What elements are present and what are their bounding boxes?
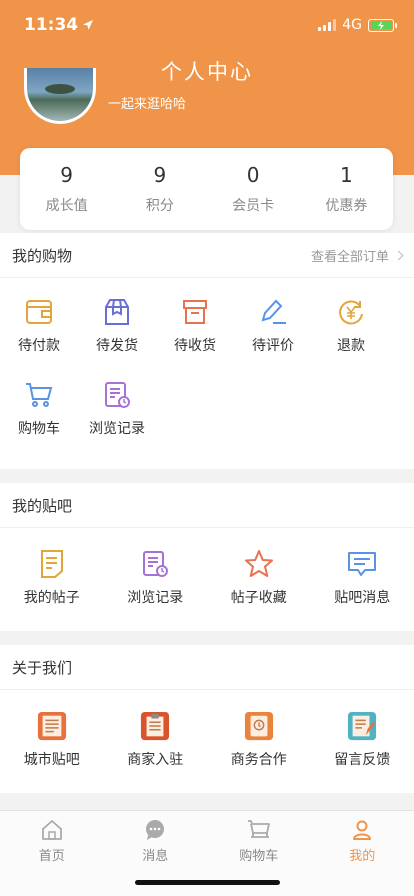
cell-label: 待发货 [96,338,138,354]
stat-value: 9 [153,163,167,187]
signal-icon [318,19,337,31]
stat-coupons[interactable]: 1 优惠券 [300,148,393,230]
refund-button[interactable]: 退款 [312,278,390,364]
cell-label: 待收货 [174,338,216,354]
clipboard-icon [140,711,170,741]
about-grid: 城市贴吧 商家入驻 商务合作 留言反馈 [0,690,414,790]
stat-label: 优惠券 [325,198,368,214]
stats-card: 9 成长值 9 积分 0 会员卡 1 优惠券 [20,148,393,230]
cell-label: 待评价 [252,338,294,354]
tab-mine[interactable]: 我的 [311,811,414,896]
status-bar: 11:34 4G [0,0,414,48]
cell-label: 帖子收藏 [230,590,287,606]
pending-payment-button[interactable]: 待付款 [0,278,78,364]
cart-icon [24,380,54,410]
home-indicator[interactable] [135,880,280,885]
cell-label: 商家入驻 [127,752,184,768]
chevron-right-icon [393,250,404,260]
home-icon [41,820,62,840]
network-type: 4G [342,17,362,33]
battery-icon [368,18,397,32]
tieba-history-button[interactable]: 浏览记录 [104,528,208,628]
message-icon [347,549,377,579]
location-arrow-icon [83,20,94,30]
my-posts-button[interactable]: 我的帖子 [0,528,104,628]
stat-value: 0 [246,163,260,187]
tab-home[interactable]: 首页 [0,811,104,896]
contacts-icon [244,711,274,741]
tieba-section: 我的贴吧 我的帖子 浏览记录 帖子收藏 贴吧消息 [0,483,414,631]
cell-label: 待付款 [18,338,60,354]
merchant-join-button[interactable]: 商家入驻 [104,690,208,790]
tieba-grid: 我的帖子 浏览记录 帖子收藏 贴吧消息 [0,528,414,628]
post-favorites-button[interactable]: 帖子收藏 [207,528,311,628]
tab-label: 我的 [349,849,376,864]
refund-icon [336,297,366,327]
chat-icon [146,820,165,840]
status-time: 11:34 [24,15,79,35]
cell-label: 城市贴吧 [23,752,80,768]
cell-label: 留言反馈 [334,752,391,768]
about-section: 关于我们 城市贴吧 商家入驻 商务合作 留言反馈 [0,645,414,793]
stat-label: 成长值 [45,198,88,214]
cell-label: 退款 [337,338,365,354]
pen-icon [258,297,288,327]
pending-receipt-button[interactable]: 待收货 [156,278,234,364]
stat-label: 会员卡 [232,198,275,214]
user-icon [353,820,372,840]
pending-review-button[interactable]: 待评价 [234,278,312,364]
package-icon [102,297,132,327]
cell-label: 浏览记录 [127,590,184,606]
shopping-section: 我的购物 查看全部订单 待付款 待发货 待收货 待评价 退款 购物车 浏览记录 [0,233,414,469]
stat-points[interactable]: 9 积分 [113,148,206,230]
shopping-grid: 待付款 待发货 待收货 待评价 退款 购物车 浏览记录 [0,278,414,450]
avatar[interactable] [24,68,96,124]
pending-shipment-button[interactable]: 待发货 [78,278,156,364]
tab-label: 消息 [142,849,169,864]
view-all-orders-link[interactable]: 查看全部订单 [311,246,404,265]
cell-label: 我的帖子 [23,590,80,606]
cell-label: 贴吧消息 [334,590,391,606]
cell-label: 商务合作 [230,752,287,768]
wallet-icon [24,297,54,327]
section-title: 我的贴吧 [12,496,73,515]
browse-history-button[interactable]: 浏览记录 [78,364,156,450]
tab-label: 首页 [38,849,65,864]
post-icon [37,549,67,579]
shopping-cart-button[interactable]: 购物车 [0,364,78,450]
stat-label: 积分 [145,198,174,214]
box-icon [180,297,210,327]
stat-growth[interactable]: 9 成长值 [20,148,113,230]
star-icon [244,549,274,579]
stat-value: 1 [340,163,353,187]
user-slogan: 一起来逛哈哈 [108,97,187,112]
tab-label: 购物车 [239,849,279,864]
cart-icon [247,820,270,838]
tieba-messages-button[interactable]: 贴吧消息 [311,528,414,628]
city-notebook-icon [37,711,67,741]
stat-value: 9 [60,163,73,187]
section-title: 我的购物 [12,246,73,265]
city-tieba-button[interactable]: 城市贴吧 [0,690,104,790]
stat-membership-card[interactable]: 0 会员卡 [207,148,300,230]
feedback-button[interactable]: 留言反馈 [311,690,414,790]
cell-label: 浏览记录 [89,421,145,437]
section-title: 关于我们 [12,658,73,677]
feedback-icon [347,711,377,741]
history-icon [102,380,132,410]
history-icon [140,549,170,579]
cell-label: 购物车 [18,421,60,437]
business-cooperation-button[interactable]: 商务合作 [207,690,311,790]
